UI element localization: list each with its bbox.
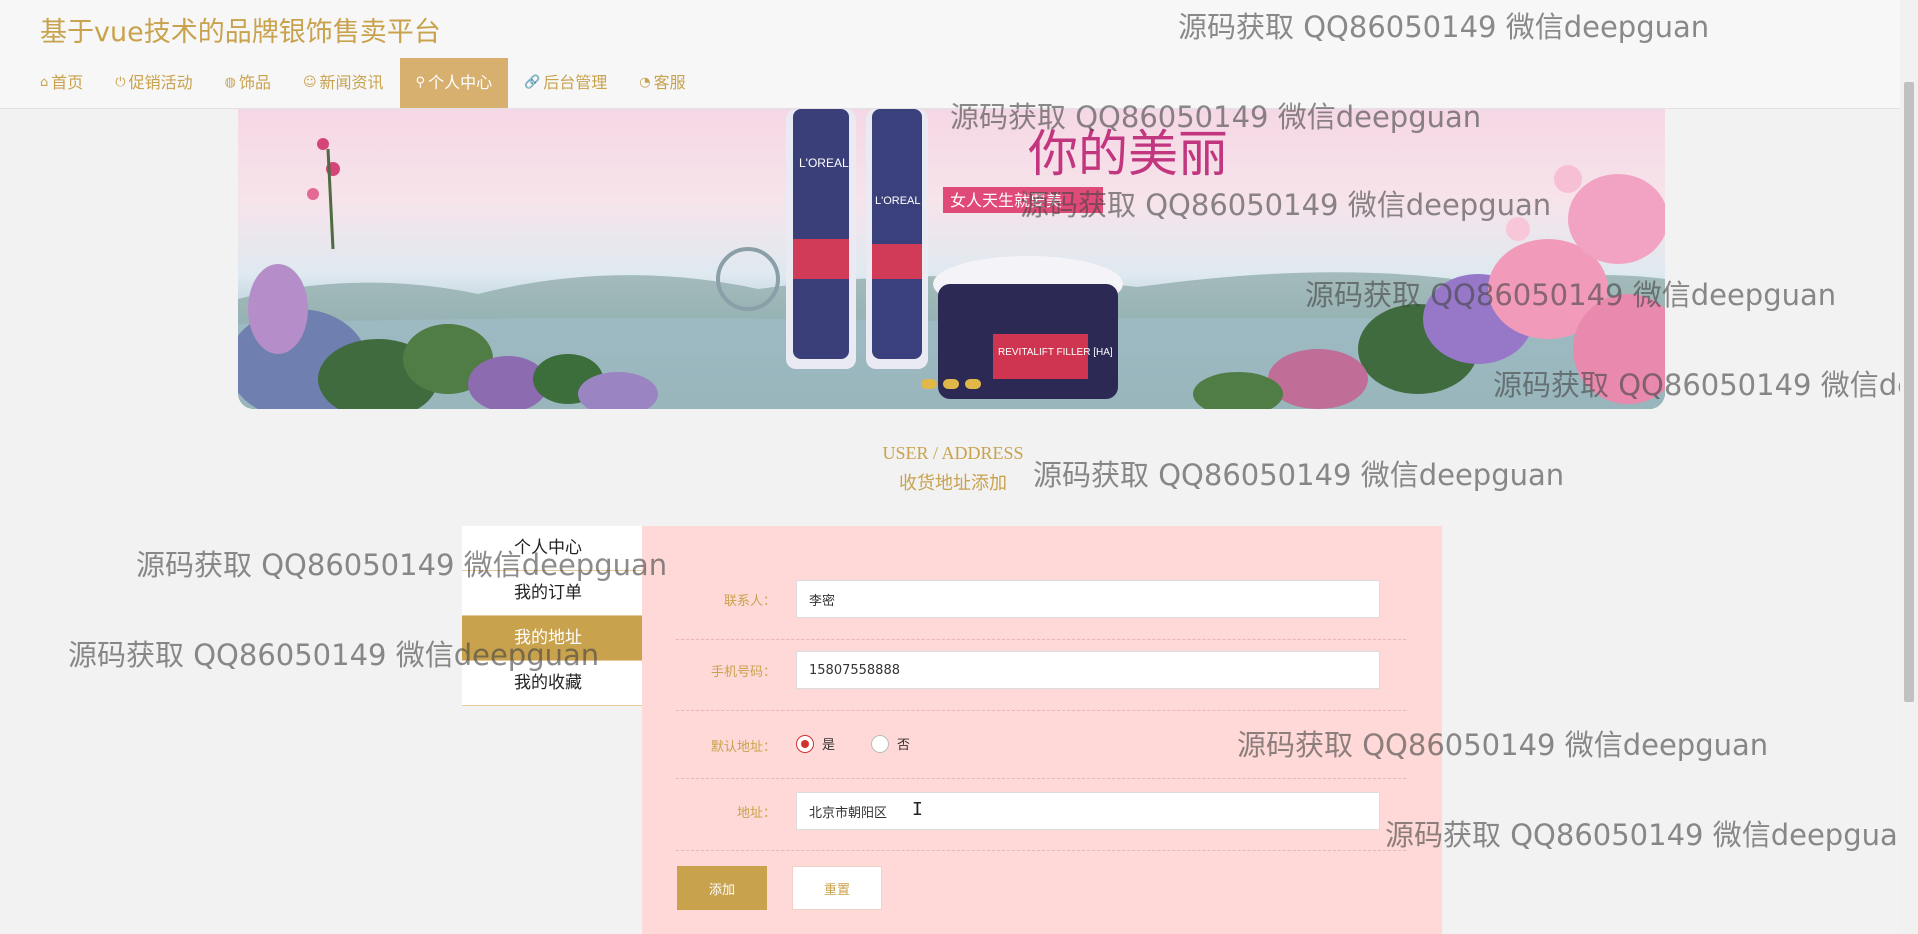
watermark: 源码获取 QQ86050149 微信deepguan xyxy=(1385,818,1900,852)
chat-icon: ◔ xyxy=(639,75,651,90)
watermark: 源码获取 QQ86050149 微信deepguan xyxy=(1033,458,1565,492)
side-menu: 个人中心 我的订单 我的地址 我的收藏 xyxy=(462,526,642,706)
phone-row: 手机号码： xyxy=(676,639,1406,711)
address-input[interactable] xyxy=(796,792,1380,830)
main-nav: ⌂ 首页 ⏻ 促销活动 ◍ 饰品 ☺ 新闻资讯 ⚲ 个人中心 🔗 后台管理 ◔ … xyxy=(24,58,702,108)
carousel-dot[interactable] xyxy=(943,379,959,389)
smile-icon: ☺ xyxy=(302,75,317,90)
side-item-my-favorites[interactable]: 我的收藏 xyxy=(462,661,642,706)
scrollbar-thumb[interactable] xyxy=(1904,82,1914,702)
banner-headline: 你的美丽 xyxy=(1028,125,1228,183)
address-form-panel: 联系人： 手机号码： 默认地址： 是 否 地址： 添加 重置 xyxy=(642,526,1442,934)
nav-label: 首页 xyxy=(51,73,84,92)
top-header: 基于vue技术的品牌银饰售卖平台 ⌂ 首页 ⏻ 促销活动 ◍ 饰品 ☺ 新闻资讯… xyxy=(0,0,1900,109)
carousel-dot[interactable] xyxy=(921,379,937,389)
link-icon: 🔗 xyxy=(524,75,541,90)
banner-brand-2: L'OREAL xyxy=(875,195,921,207)
nav-personal-center[interactable]: ⚲ 个人中心 xyxy=(399,58,509,108)
section-title-en: USER / ADDRESS xyxy=(882,443,1024,463)
globe-icon: ◍ xyxy=(224,75,236,90)
nav-promotions[interactable]: ⏻ 促销活动 xyxy=(99,58,208,108)
contact-label: 联系人： xyxy=(723,594,776,609)
address-label: 地址： xyxy=(736,806,776,821)
site-title: 基于vue技术的品牌银饰售卖平台 xyxy=(40,17,441,48)
phone-label: 手机号码： xyxy=(710,665,776,680)
promo-banner[interactable]: L'OREAL L'OREAL REVITALIFT FILLER [HA] 你… xyxy=(238,109,1665,409)
side-item-my-orders[interactable]: 我的订单 xyxy=(462,571,642,616)
radio-no[interactable] xyxy=(871,734,890,753)
radio-no-label: 否 xyxy=(897,738,911,753)
contact-input[interactable] xyxy=(796,580,1380,618)
nav-jewelry[interactable]: ◍ 饰品 xyxy=(209,58,287,108)
radio-yes[interactable] xyxy=(796,734,814,753)
nav-label: 促销活动 xyxy=(128,73,193,92)
banner-artwork: L'OREAL L'OREAL REVITALIFT FILLER [HA] 你… xyxy=(238,109,1665,409)
nav-news[interactable]: ☺ 新闻资讯 xyxy=(287,58,400,108)
add-button[interactable]: 添加 xyxy=(677,866,767,910)
page-scrollbar[interactable] xyxy=(1900,0,1918,934)
nav-label: 客服 xyxy=(653,73,686,92)
section-title-cn: 收货地址添加 xyxy=(899,473,1007,494)
radio-yes-label: 是 xyxy=(822,738,836,753)
nav-admin[interactable]: 🔗 后台管理 xyxy=(508,58,623,108)
user-icon: ⚲ xyxy=(415,75,426,90)
nav-home[interactable]: ⌂ 首页 xyxy=(24,58,99,108)
carousel-dot[interactable] xyxy=(965,379,981,389)
nav-label: 个人中心 xyxy=(428,73,493,92)
default-address-radio-group: 是 否 xyxy=(796,734,938,753)
nav-customer-service[interactable]: ◔ 客服 xyxy=(623,58,701,108)
banner-brand-1: L'OREAL xyxy=(799,156,849,170)
side-item-my-address[interactable]: 我的地址 xyxy=(462,616,642,661)
side-item-personal-center[interactable]: 个人中心 xyxy=(462,526,642,571)
power-icon: ⏻ xyxy=(115,75,126,90)
banner-tagline: 女人天生就要美 xyxy=(950,191,1062,210)
reset-button[interactable]: 重置 xyxy=(792,866,882,910)
default-address-label: 默认地址： xyxy=(710,740,776,755)
nav-label: 饰品 xyxy=(238,73,271,92)
banner-product-name: REVITALIFT FILLER [HA] xyxy=(998,347,1113,358)
contact-row: 联系人： xyxy=(676,568,1406,640)
nav-label: 后台管理 xyxy=(543,73,608,92)
nav-label: 新闻资讯 xyxy=(319,73,384,92)
text-cursor-icon: I xyxy=(912,799,923,820)
home-icon: ⌂ xyxy=(40,75,49,90)
address-row: 地址： xyxy=(676,778,1406,851)
default-address-row: 默认地址： 是 否 xyxy=(676,710,1406,779)
phone-input[interactable] xyxy=(796,651,1380,689)
carousel-indicators xyxy=(921,379,981,389)
